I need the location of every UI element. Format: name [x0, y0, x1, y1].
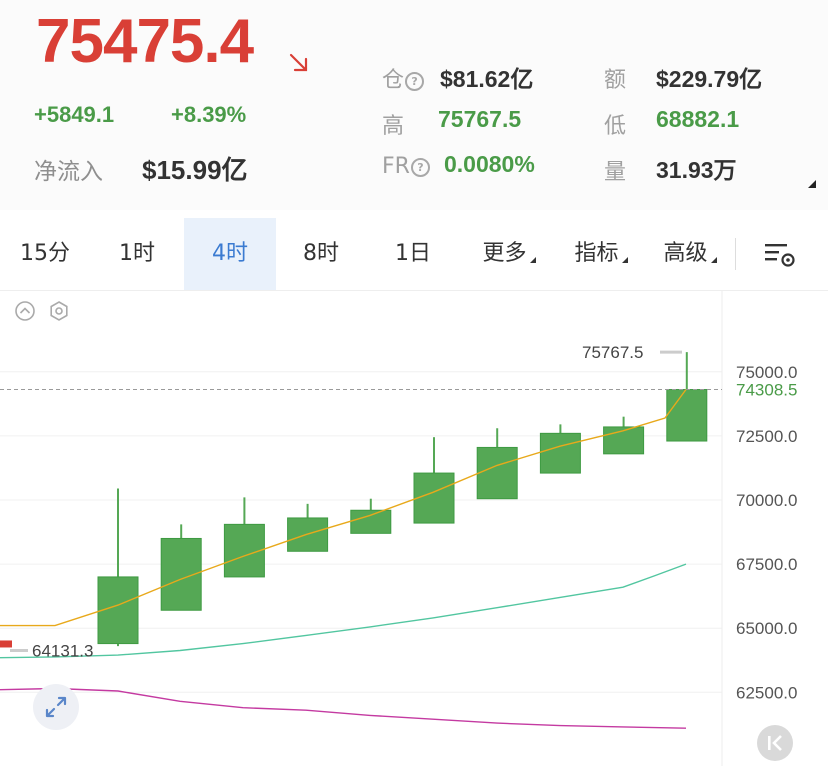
y-axis-tick-label: 67500.0 [736, 555, 797, 574]
dropdown-triangle-icon [710, 257, 717, 263]
candlestick-chart[interactable]: 75000.0 72500.0 70000.0 67500.0 65000.0 62500… [0, 291, 828, 766]
candlestick-chart-area: 75000.0 72500.0 70000.0 67500.0 65000.0 62500… [0, 291, 828, 766]
y-axis-tick-label: 62500.0 [736, 683, 797, 702]
candle-body [666, 389, 708, 442]
tab-1h[interactable]: 1时 [92, 218, 182, 290]
expand-corner-icon[interactable] [808, 180, 816, 188]
dropdown-triangle-icon [621, 257, 628, 263]
timeframe-tabs: 15分 1时 4时 8时 1日 更多 指标 高级 [0, 218, 828, 291]
fullscreen-button[interactable] [33, 684, 79, 730]
tab-8h[interactable]: 8时 [276, 218, 366, 290]
high-label: 高 [382, 114, 405, 139]
price-change-percent: +8.39% [171, 102, 247, 127]
gear-icon[interactable] [48, 300, 70, 322]
chart-settings-icon[interactable] [762, 240, 798, 270]
tab-4h[interactable]: 4时 [184, 218, 276, 290]
last-price: 75475.4 [36, 7, 254, 76]
low-label: 低 [604, 114, 627, 139]
candle-body [350, 509, 392, 534]
volume-label: 量 [604, 160, 627, 185]
low-marker-label: 64131.3 [32, 641, 93, 660]
open-interest-label: 仓? [382, 62, 425, 94]
last-price-label: 74308.5 [736, 381, 797, 400]
turnover-label: 额 [604, 68, 627, 93]
y-axis-tick-label: 65000.0 [736, 619, 797, 638]
jump-to-latest-button[interactable] [757, 725, 793, 761]
candle-body [539, 432, 581, 474]
high-marker-label: 75767.5 [582, 343, 643, 362]
expand-arrows-icon [45, 696, 67, 718]
tab-indicators[interactable]: 指标 [556, 218, 646, 290]
ma-slow-line [0, 687, 687, 729]
tab-advanced[interactable]: 高级 [646, 218, 734, 290]
funding-rate-value: 0.0080% [444, 151, 535, 177]
net-inflow-value: $15.99亿 [142, 155, 248, 185]
low-marker-flag [0, 640, 12, 648]
collapse-up-icon[interactable] [14, 300, 36, 322]
tab-divider [735, 238, 736, 270]
low-value: 68882.1 [656, 106, 740, 132]
y-axis-tick-label: 75000.0 [736, 363, 797, 382]
dropdown-triangle-icon [529, 257, 536, 263]
volume-value: 31.93万 [656, 157, 737, 183]
net-inflow-label: 净流入 [34, 159, 103, 185]
y-axis-tick-label: 70000.0 [736, 491, 797, 510]
y-axis-tick-label: 72500.0 [736, 427, 797, 446]
price-change-absolute: +5849.1 [34, 102, 115, 127]
ticker-header: 75475.4 +5849.1 +8.39% 净流入 $15.99亿 仓? $8… [0, 0, 828, 210]
tab-1d[interactable]: 1日 [368, 218, 458, 290]
tab-15m[interactable]: 15分 [0, 218, 90, 290]
open-interest-value: $81.62亿 [440, 66, 534, 92]
high-value: 75767.5 [438, 106, 522, 132]
candle-body [413, 472, 455, 524]
help-icon[interactable]: ? [405, 72, 425, 91]
tab-more[interactable]: 更多 [462, 218, 556, 290]
help-icon[interactable]: ? [410, 158, 430, 177]
jump-to-latest-icon [768, 735, 782, 751]
down-arrow-icon [289, 53, 308, 72]
turnover-value: $229.79亿 [656, 66, 763, 92]
funding-rate-label: FR? [382, 154, 430, 179]
candle-body [476, 446, 518, 500]
